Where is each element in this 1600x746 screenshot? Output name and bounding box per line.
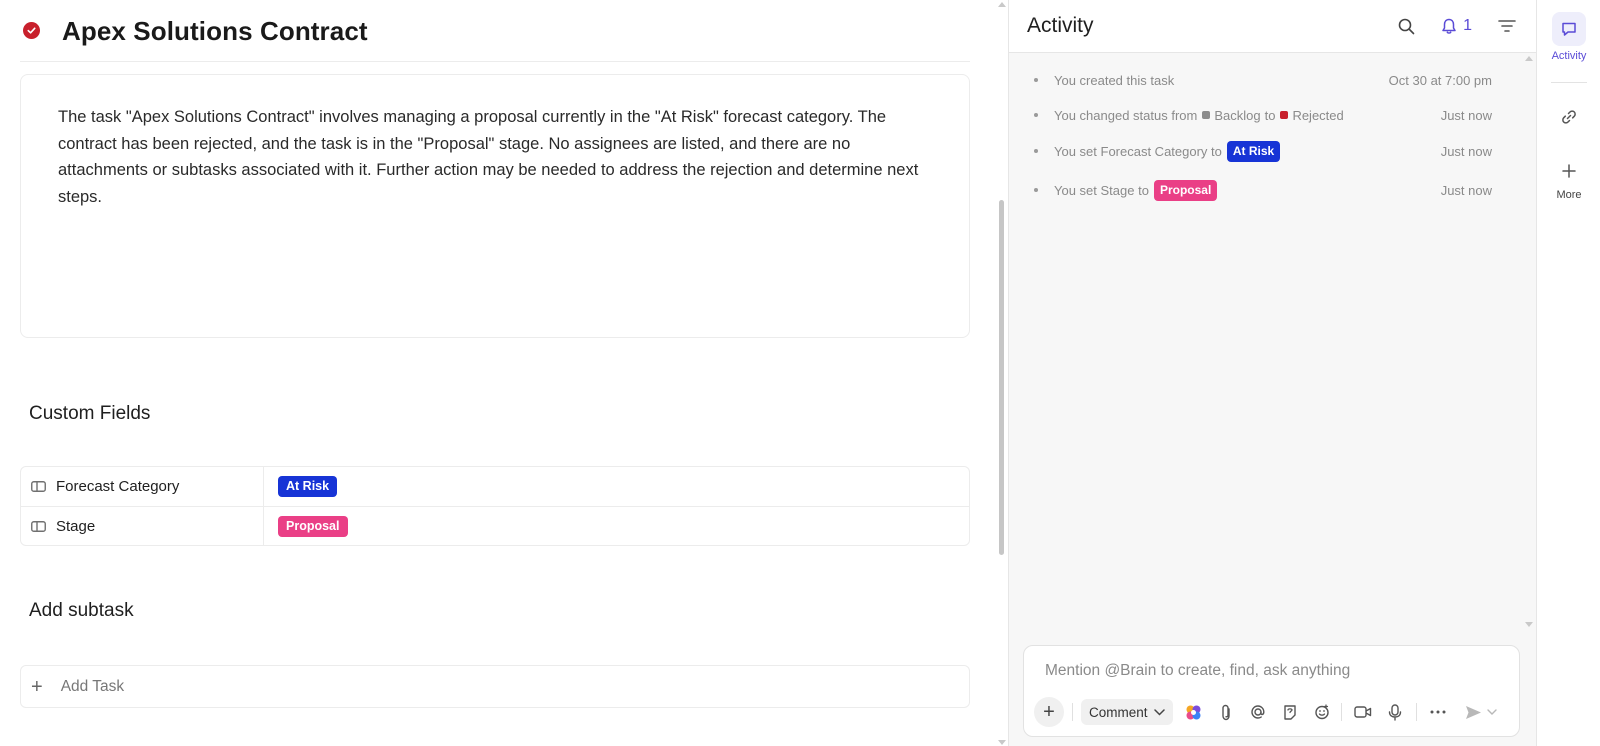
activity-header: Activity 1 <box>1009 0 1536 53</box>
activity-prefix: You changed status from <box>1054 107 1198 123</box>
notifications-button[interactable]: 1 <box>1441 17 1472 35</box>
activity-time: Oct 30 at 7:00 pm <box>1388 72 1492 88</box>
forecast-category-badge: At Risk <box>1226 140 1281 162</box>
status-square-icon <box>1280 111 1289 119</box>
rail-item-more[interactable]: More <box>1537 154 1600 201</box>
search-icon[interactable] <box>1395 15 1417 37</box>
task-description[interactable]: The task "Apex Solutions Contract" invol… <box>58 104 932 210</box>
rail-divider <box>1551 82 1587 83</box>
status-square-icon <box>1202 111 1211 119</box>
custom-field-label: Forecast Category <box>21 467 264 506</box>
activity-prefix: You set Forecast Category to <box>1054 143 1222 159</box>
custom-field-label-text: Forecast Category <box>56 478 180 495</box>
composer-toolbar: + Comment <box>1034 697 1509 727</box>
rail-item-activity[interactable]: Activity <box>1537 12 1600 62</box>
rail-item-links[interactable] <box>1537 100 1600 134</box>
comment-mode-label: Comment <box>1089 704 1148 720</box>
custom-field-label: Stage <box>21 507 264 545</box>
send-options-chevron-icon[interactable] <box>1485 701 1499 723</box>
mention-icon[interactable] <box>1247 701 1269 723</box>
add-task-button[interactable]: + Add Task <box>20 665 970 708</box>
dropdown-field-icon <box>31 520 46 532</box>
send-icon[interactable] <box>1463 701 1485 723</box>
activity-item: You set Stage to Proposal Just now <box>1009 179 1536 201</box>
main-scrollbar[interactable] <box>996 0 1006 746</box>
right-rail: Activity More <box>1536 0 1600 746</box>
page-title[interactable]: Apex Solutions Contract <box>62 12 368 50</box>
plus-icon: + <box>31 675 43 698</box>
comment-composer: + Comment <box>1023 645 1520 737</box>
forecast-category-badge[interactable]: At Risk <box>278 476 338 497</box>
link-icon <box>1552 100 1586 134</box>
filter-icon[interactable] <box>1496 15 1518 37</box>
plus-icon <box>1552 154 1586 188</box>
activity-time: Just now <box>1440 182 1492 198</box>
notification-count: 1 <box>1463 17 1472 34</box>
activity-item: You set Forecast Category to At Risk Jus… <box>1009 140 1536 162</box>
stage-badge[interactable]: Proposal <box>278 515 348 537</box>
brain-ai-icon[interactable] <box>1183 701 1205 723</box>
activity-text: You created this task <box>1054 72 1175 88</box>
paperclip-icon[interactable] <box>1215 701 1237 723</box>
chevron-down-icon <box>1153 708 1165 716</box>
activity-text: You changed status from Backlog to Rejec… <box>1054 108 1441 123</box>
scroll-up-arrow-icon[interactable] <box>998 2 1006 7</box>
activity-scroll-up-icon[interactable] <box>1525 56 1533 61</box>
emoji-icon[interactable] <box>1311 701 1333 723</box>
activity-panel: Activity 1 You created this task Oct 30 … <box>1008 0 1536 746</box>
rail-label-more: More <box>1556 189 1582 201</box>
status-from: Backlog <box>1214 107 1261 123</box>
activity-item: You created this task Oct 30 at 7:00 pm <box>1009 69 1536 91</box>
activity-prefix: You set Stage to <box>1054 182 1149 198</box>
microphone-icon[interactable] <box>1384 701 1406 723</box>
comment-input[interactable] <box>1045 662 1495 680</box>
clip-template-icon[interactable] <box>1279 701 1301 723</box>
activity-to-word: to <box>1264 107 1276 123</box>
chat-bubble-icon <box>1552 12 1586 46</box>
task-main-panel: Apex Solutions Contract The task "Apex S… <box>0 0 998 746</box>
activity-toolbar: 1 <box>1395 15 1536 37</box>
custom-fields-table: Forecast Category At Risk Stage Proposal <box>20 466 970 546</box>
custom-field-row-forecast-category[interactable]: Forecast Category At Risk <box>21 467 969 506</box>
custom-field-value[interactable]: At Risk <box>264 476 338 497</box>
description-card[interactable]: The task "Apex Solutions Contract" invol… <box>20 74 970 338</box>
activity-text: You set Forecast Category to At Risk <box>1054 140 1441 162</box>
activity-title: Activity <box>1027 14 1094 37</box>
custom-field-label-text: Stage <box>56 517 96 535</box>
activity-text: You set Stage to Proposal <box>1054 179 1441 201</box>
custom-field-value[interactable]: Proposal <box>264 515 348 537</box>
dropdown-field-icon <box>31 481 46 492</box>
add-subtask-heading: Add subtask <box>29 600 134 621</box>
add-task-label: Add Task <box>60 677 125 695</box>
activity-time: Just now <box>1440 107 1492 123</box>
toolbar-divider <box>1072 703 1073 721</box>
toolbar-divider <box>1415 703 1417 721</box>
check-circle-icon[interactable] <box>23 22 40 39</box>
add-attachment-button[interactable]: + <box>1034 697 1064 727</box>
custom-field-row-stage[interactable]: Stage Proposal <box>21 506 969 545</box>
status-to: Rejected <box>1292 107 1344 123</box>
comment-mode-dropdown[interactable]: Comment <box>1081 699 1173 725</box>
scroll-down-arrow-icon[interactable] <box>998 740 1006 745</box>
scrollbar-thumb[interactable] <box>999 200 1004 555</box>
activity-item: You changed status from Backlog to Rejec… <box>1009 104 1536 126</box>
custom-fields-heading: Custom Fields <box>29 403 151 424</box>
activity-list: You created this task Oct 30 at 7:00 pm … <box>1009 53 1536 201</box>
task-header: Apex Solutions Contract <box>20 12 970 62</box>
stage-badge: Proposal <box>1153 179 1218 201</box>
activity-time: Just now <box>1440 143 1492 159</box>
rail-label-activity: Activity <box>1551 50 1587 62</box>
video-clip-icon[interactable] <box>1352 701 1374 723</box>
bell-icon <box>1442 18 1456 34</box>
toolbar-divider <box>1340 703 1342 721</box>
activity-scroll-down-icon[interactable] <box>1525 622 1533 627</box>
more-options-icon[interactable] <box>1427 701 1449 723</box>
